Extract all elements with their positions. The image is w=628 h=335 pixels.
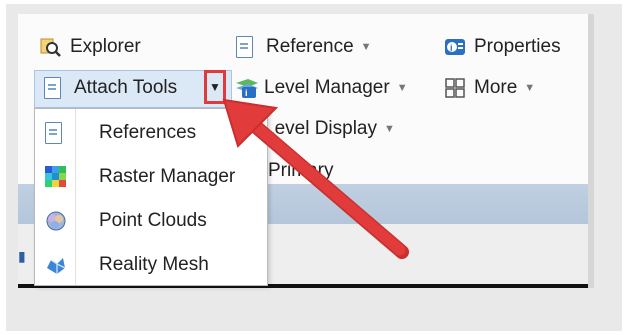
annotation-arrow — [222, 98, 409, 259]
